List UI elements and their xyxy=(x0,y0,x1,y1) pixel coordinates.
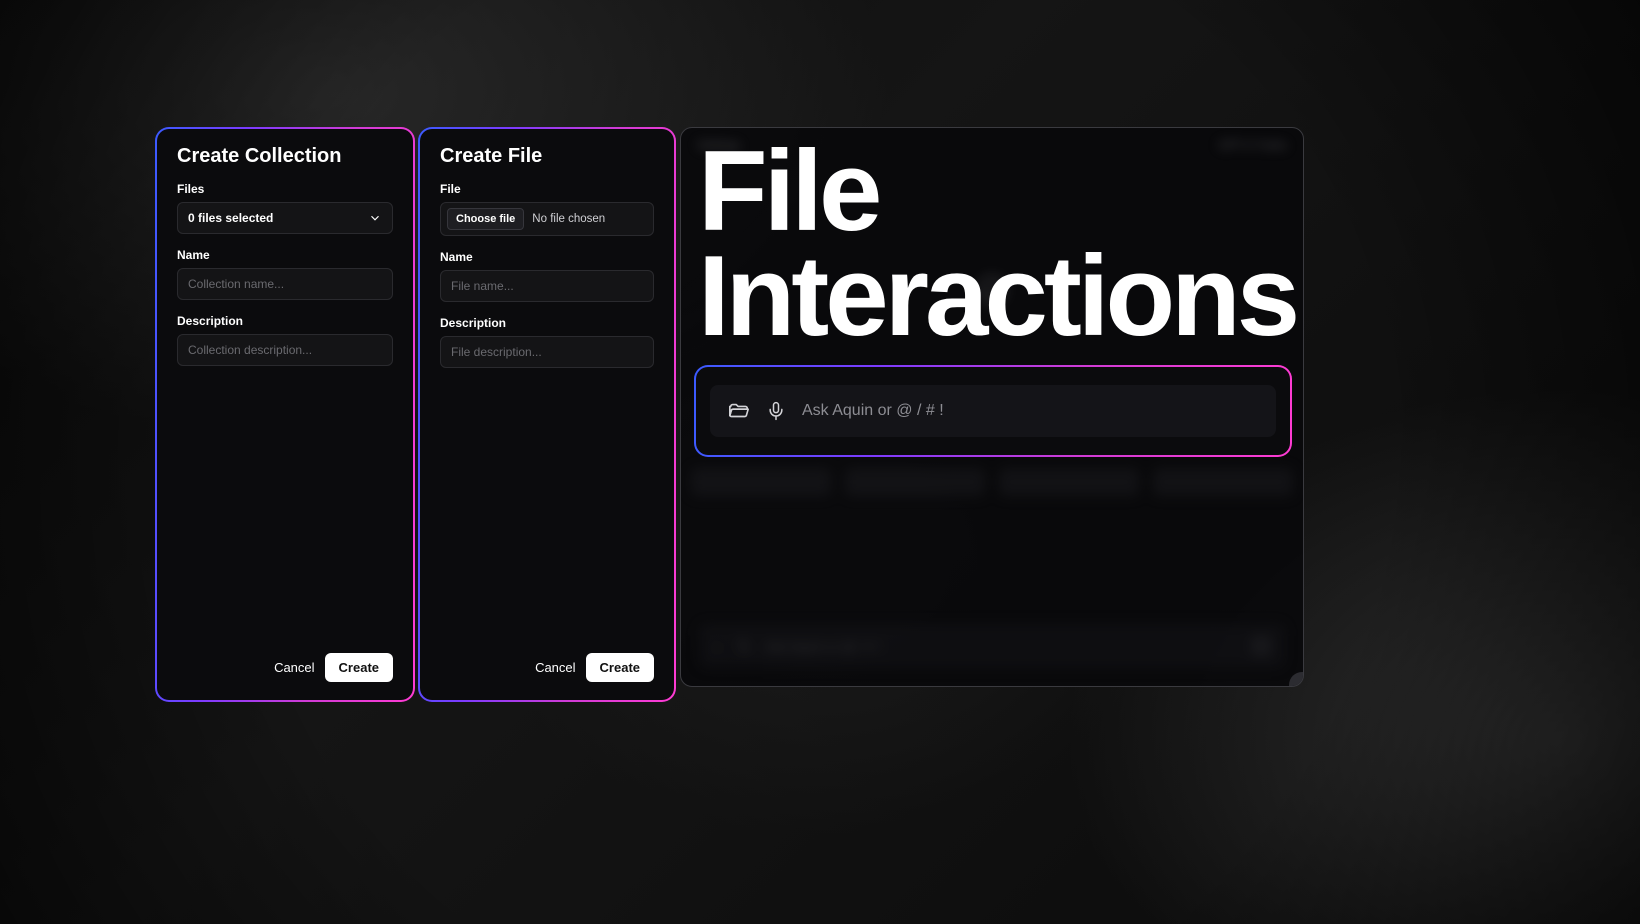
panel-title: Create File xyxy=(440,145,654,168)
collection-description-input[interactable] xyxy=(177,334,393,366)
create-button[interactable]: Create xyxy=(586,653,654,682)
create-button[interactable]: Create xyxy=(325,653,393,682)
hero-title: File Interactions xyxy=(698,140,1296,350)
file-name-input[interactable] xyxy=(440,270,654,302)
cancel-button[interactable]: Cancel xyxy=(535,660,575,675)
description-label: Description xyxy=(440,316,654,330)
file-description-input[interactable] xyxy=(440,336,654,368)
app-bottom-input: ⌂🎙 Ask Aquin or @ / # ! xyxy=(699,624,1285,668)
microphone-icon[interactable] xyxy=(766,401,786,421)
files-selected-text: 0 files selected xyxy=(188,211,273,225)
suggestion-chip xyxy=(999,468,1139,496)
chat-placeholder: Ask Aquin or @ / # ! xyxy=(802,402,944,420)
folder-open-icon[interactable] xyxy=(728,400,750,422)
file-label: File xyxy=(440,182,654,196)
chevron-down-icon xyxy=(368,211,382,225)
suggestion-chip xyxy=(691,468,831,496)
file-picker-row: Choose file No file chosen xyxy=(440,202,654,236)
files-select[interactable]: 0 files selected xyxy=(177,202,393,234)
suggestion-chip xyxy=(845,468,985,496)
choose-file-button[interactable]: Choose file xyxy=(447,208,524,230)
create-collection-panel: Create Collection Files 0 files selected… xyxy=(155,127,415,702)
create-file-panel: Create File File Choose file No file cho… xyxy=(418,127,676,702)
collection-name-input[interactable] xyxy=(177,268,393,300)
suggestion-chip xyxy=(1153,468,1293,496)
cancel-button[interactable]: Cancel xyxy=(274,660,314,675)
files-label: Files xyxy=(177,182,393,196)
panel-title: Create Collection xyxy=(177,145,393,168)
chat-input-bar[interactable]: Ask Aquin or @ / # ! xyxy=(710,385,1276,437)
description-label: Description xyxy=(177,314,393,328)
file-status-text: No file chosen xyxy=(532,213,605,225)
chat-input-highlight: Ask Aquin or @ / # ! xyxy=(694,365,1292,457)
name-label: Name xyxy=(440,250,654,264)
name-label: Name xyxy=(177,248,393,262)
